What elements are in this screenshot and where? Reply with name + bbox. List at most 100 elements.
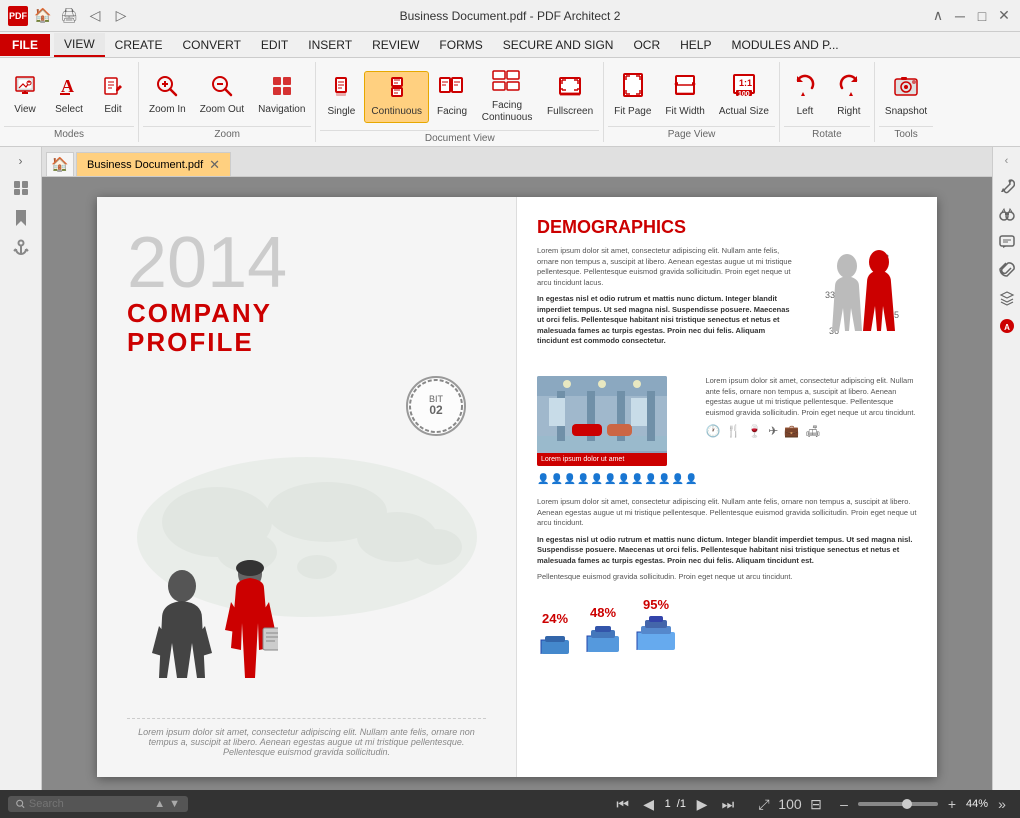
percent-bar-3 [633,614,679,658]
tools-group-label: Tools [879,126,933,142]
zoom-slider[interactable]: – + 44% » [834,794,1012,814]
rotate-left-label: Left [797,106,814,118]
zoom-out-btn[interactable]: Zoom Out [194,70,250,120]
facing-continuous-icon [491,70,523,98]
actual-size-btn[interactable]: 100 1:1 Actual Size [713,68,775,122]
nav-print-btn[interactable]: 🖨 [58,5,80,27]
anchor-icon[interactable] [10,237,32,259]
search-input[interactable] [29,798,150,810]
continuous-btn[interactable]: Continuous [364,71,429,123]
zoom-thumb[interactable] [902,799,912,809]
continuous-icon [385,76,409,104]
rotate-group-label: Rotate [784,126,870,142]
zoom-out-icon [210,74,234,102]
nav-prev-btn[interactable]: ◀ [639,794,659,814]
pages-icon[interactable] [10,177,32,199]
fit-width-btn[interactable]: Fit Width [659,68,710,122]
nav-forward-btn[interactable]: ▷ [110,5,132,27]
bookmarks-icon[interactable] [10,207,32,229]
zoom-in-label: Zoom In [149,104,186,116]
nav-home-btn[interactable]: 🏠 [32,5,54,27]
menu-forms[interactable]: FORMS [429,34,492,56]
modes-group-label: Modes [4,126,134,142]
navigation-btn[interactable]: Navigation [252,70,311,120]
comment-btn[interactable] [996,231,1018,253]
menu-modules[interactable]: MODULES AND P... [721,34,848,56]
doc-tab[interactable]: Business Document.pdf ✕ [76,152,231,176]
actual-size-status-btn[interactable]: 100 [780,794,800,814]
snapshot-btn[interactable]: Snapshot [879,68,933,122]
search-up-btn[interactable]: ▲ [154,798,165,810]
search-area[interactable]: ▲ ▼ [8,796,188,812]
pageview-group-label: Page View [608,126,775,142]
close-btn[interactable]: ✕ [996,8,1012,24]
section-title: DEMOGRAPHICS [537,217,917,238]
menu-file[interactable]: FILE [0,34,50,56]
ribbon: View A Select [0,58,1020,147]
fit-page-status-btn[interactable]: ⤢ [754,794,774,814]
status-nav: ⏮ ◀ 1 /1 ▶ ⏭ [613,794,738,814]
single-icon [329,76,353,104]
actual-size-icon: 100 1:1 [731,72,757,104]
document-area[interactable]: 2014 COMPANY PROFILE [42,177,992,790]
badge-btn[interactable]: A [996,315,1018,337]
facing-btn[interactable]: Facing [431,72,473,122]
layers-btn[interactable] [996,287,1018,309]
menu-help[interactable]: HELP [670,34,721,56]
more-options-btn[interactable]: » [992,794,1012,814]
maximize-btn[interactable]: □ [974,8,990,24]
menu-secure[interactable]: SECURE AND SIGN [493,34,624,56]
rotate-right-btn[interactable]: Right [828,68,870,122]
two-page-btn[interactable]: ⊟ [806,794,826,814]
select-btn[interactable]: A Select [48,70,90,120]
minimize-btn[interactable]: ─ [952,8,968,24]
menu-create[interactable]: CREATE [105,34,173,56]
wrench-btn[interactable] [996,175,1018,197]
paperclip-btn[interactable] [996,259,1018,281]
menu-convert[interactable]: CONVERT [172,34,250,56]
zoom-out-status-btn[interactable]: – [834,794,854,814]
menu-bar: FILE VIEW CREATE CONVERT EDIT INSERT REV… [0,32,1020,58]
fullscreen-btn[interactable]: Fullscreen [541,72,599,122]
plane-icon: ✈ [768,424,778,438]
fit-width-label: Fit Width [665,106,704,118]
window-title: Business Document.pdf - PDF Architect 2 [400,9,621,23]
zoom-track[interactable] [858,802,938,806]
rotate-left-btn[interactable]: Left [784,68,826,122]
nav-next-btn[interactable]: ▶ [692,794,712,814]
single-label: Single [328,106,356,118]
percent-value-1: 24% [542,611,568,626]
binoculars-btn[interactable] [996,203,1018,225]
people-row: 👤 👤 👤 👤 👤 👤 👤 👤 👤 👤 👤 [537,474,697,485]
menu-edit[interactable]: EDIT [251,34,298,56]
svg-text:1:1: 1:1 [739,78,752,88]
nav-first-btn[interactable]: ⏮ [613,794,633,814]
collapse-ribbon-btn[interactable]: ∧ [930,8,946,24]
menu-view[interactable]: VIEW [54,33,105,57]
nav-last-btn[interactable]: ⏭ [718,794,738,814]
menu-review[interactable]: REVIEW [362,34,429,56]
zoom-in-icon [155,74,179,102]
percent-bar-1 [537,628,573,658]
map-area: BIT 02 [127,366,486,708]
zoom-in-btn[interactable]: Zoom In [143,70,192,120]
fit-page-icon [620,72,646,104]
expand-panel-btn[interactable]: › [13,153,29,169]
menu-ocr[interactable]: OCR [623,34,670,56]
single-btn[interactable]: Single [320,72,362,122]
search-down-btn[interactable]: ▼ [169,798,180,810]
percent-item-2: 48% [583,605,623,658]
nav-back-btn[interactable]: ◁ [84,5,106,27]
view-btn[interactable]: View [4,70,46,120]
select-icon: A [57,74,81,102]
rotate-buttons: Left Right [784,62,870,124]
menu-insert[interactable]: INSERT [298,34,362,56]
facing-continuous-btn[interactable]: Facing Continuous [475,66,539,128]
home-tab-btn[interactable]: 🏠 [46,152,74,176]
edit-btn[interactable]: Edit [92,70,134,120]
zoom-in-status-btn[interactable]: + [942,794,962,814]
collapse-right-panel-btn[interactable]: ‹ [999,153,1015,169]
doc-tab-close[interactable]: ✕ [209,157,220,173]
people-icon-7: 👤 [618,474,630,485]
fit-page-btn[interactable]: Fit Page [608,68,657,122]
